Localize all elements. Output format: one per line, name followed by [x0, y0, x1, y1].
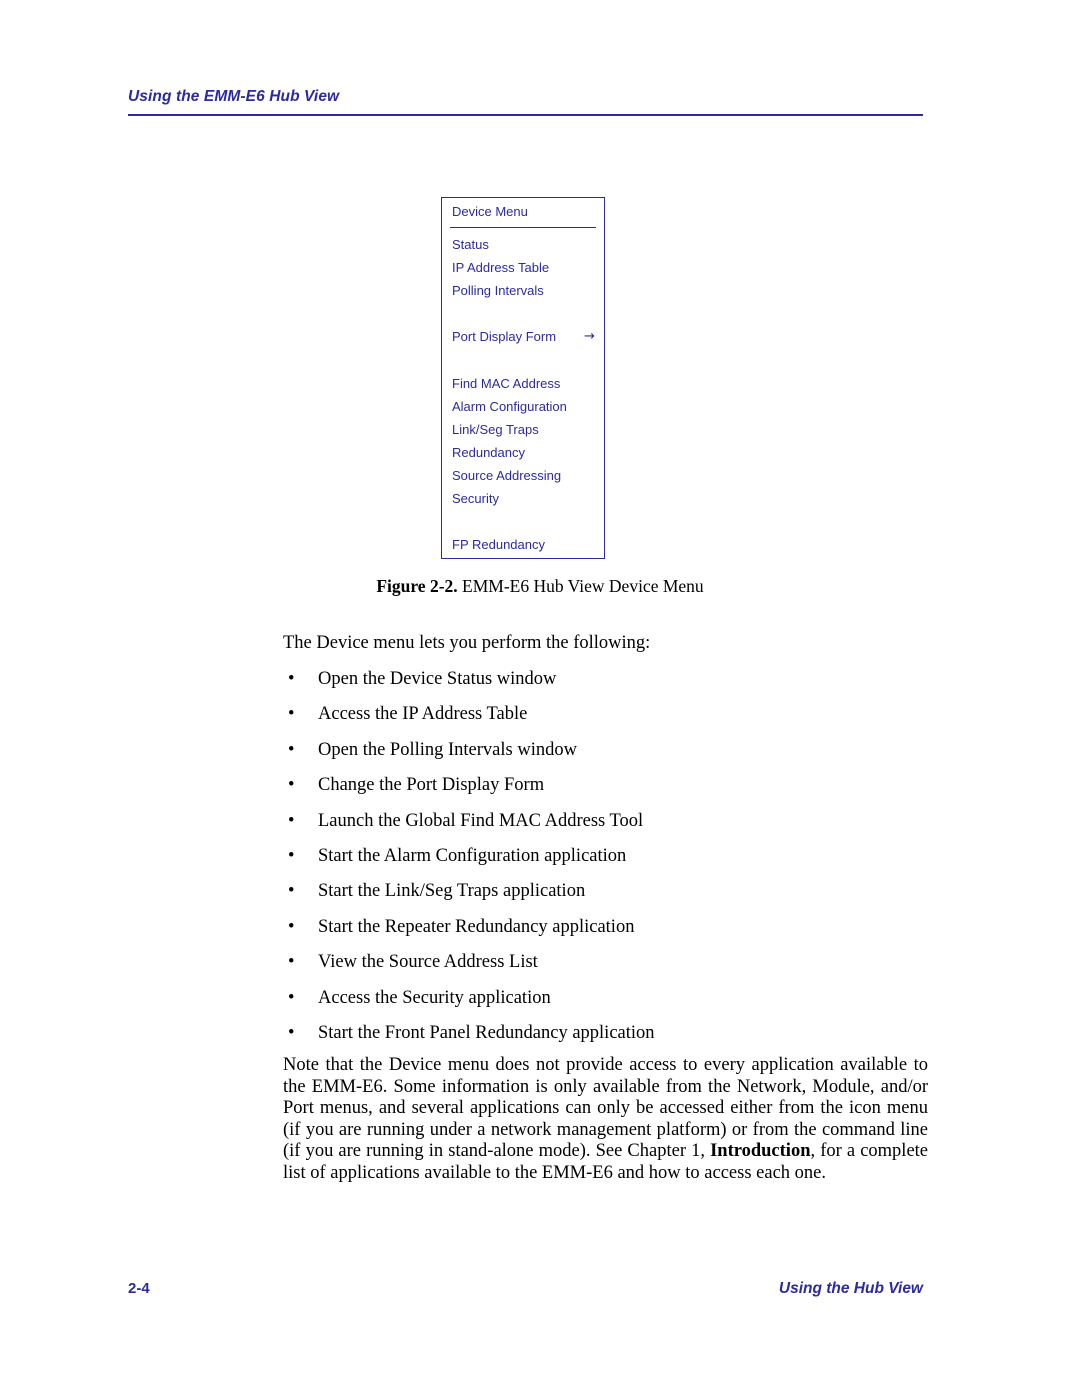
bullet-icon: •	[288, 811, 295, 831]
menu-item-polling-intervals[interactable]: Polling Intervals	[452, 283, 544, 298]
bullet-icon: •	[288, 704, 295, 724]
device-menu-title-divider	[450, 227, 596, 229]
menu-item-find-mac-address[interactable]: Find MAC Address	[452, 376, 560, 391]
list-item: • Open the Device Status window	[288, 669, 556, 690]
intro-line: The Device menu lets you perform the fol…	[283, 633, 651, 653]
figure-caption-number: Figure 2-2.	[376, 576, 458, 596]
list-item-label: Change the Port Display Form	[318, 775, 545, 795]
menu-item-alarm-configuration[interactable]: Alarm Configuration	[452, 399, 567, 414]
list-item: • Start the Link/Seg Traps application	[288, 881, 585, 902]
bullet-icon: •	[288, 881, 295, 901]
list-item: • Launch the Global Find MAC Address Tool	[288, 811, 643, 832]
footer-section-title: Using the Hub View	[778, 1280, 923, 1297]
running-header: Using the EMM-E6 Hub View	[128, 88, 340, 105]
list-item-label: Start the Front Panel Redundancy applica…	[318, 1023, 655, 1043]
header-divider	[128, 114, 923, 116]
list-item: • Start the Alarm Configuration applicati…	[288, 846, 626, 867]
bullet-icon: •	[288, 1023, 295, 1043]
menu-item-security[interactable]: Security	[452, 491, 499, 506]
bullet-icon: •	[288, 988, 295, 1008]
menu-item-fp-redundancy[interactable]: FP Redundancy	[452, 537, 545, 552]
figure-caption-text: EMM-E6 Hub View Device Menu	[457, 576, 704, 596]
list-item-label: Access the Security application	[318, 988, 551, 1008]
paragraph-bold-term: Introduction	[710, 1141, 811, 1161]
device-menu-panel: Device Menu Status IP Address Table Pollin…	[441, 197, 605, 559]
menu-item-redundancy[interactable]: Redundancy	[452, 445, 525, 460]
list-item-label: Open the Device Status window	[318, 669, 557, 689]
device-menu-title: Device Menu	[452, 204, 528, 219]
footer-page-number: 2-4	[128, 1280, 150, 1297]
menu-item-ip-address-table[interactable]: IP Address Table	[452, 260, 549, 275]
bullet-icon: •	[288, 846, 295, 866]
list-item-label: Open the Polling Intervals window	[318, 740, 577, 760]
submenu-arrow-icon: →	[584, 329, 595, 344]
list-item: • Open the Polling Intervals window	[288, 740, 577, 761]
bullet-icon: •	[288, 917, 295, 937]
menu-item-port-display-form[interactable]: Port Display Form	[452, 329, 556, 344]
list-item: • Start the Repeater Redundancy applicati…	[288, 917, 634, 938]
menu-item-source-addressing[interactable]: Source Addressing	[452, 468, 561, 483]
list-item-label: Start the Repeater Redundancy applicatio…	[318, 917, 635, 937]
bullet-icon: •	[288, 952, 295, 972]
list-item: • Change the Port Display Form	[288, 775, 544, 796]
list-item: • View the Source Address List	[288, 952, 538, 973]
list-item: • Access the Security application	[288, 988, 551, 1009]
list-item-label: Start the Link/Seg Traps application	[318, 881, 586, 901]
bullet-icon: •	[288, 669, 295, 689]
list-item-label: View the Source Address List	[318, 952, 538, 972]
list-item-label: Launch the Global Find MAC Address Tool	[318, 811, 644, 831]
menu-item-link-seg-traps[interactable]: Link/Seg Traps	[452, 422, 539, 437]
list-item-label: Start the Alarm Configuration applicatio…	[318, 846, 627, 866]
bullet-icon: •	[288, 775, 295, 795]
bullet-icon: •	[288, 740, 295, 760]
menu-item-status[interactable]: Status	[452, 237, 489, 252]
closing-paragraph: Note that the Device menu does not provi…	[283, 1055, 928, 1184]
list-item: • Start the Front Panel Redundancy applic…	[288, 1023, 655, 1044]
list-item-label: Access the IP Address Table	[318, 704, 528, 724]
document-page: Using the EMM-E6 Hub View Device Menu St…	[0, 0, 1080, 1397]
list-item: • Access the IP Address Table	[288, 704, 527, 725]
figure-caption: Figure 2-2. EMM-E6 Hub View Device Menu	[0, 576, 1080, 597]
